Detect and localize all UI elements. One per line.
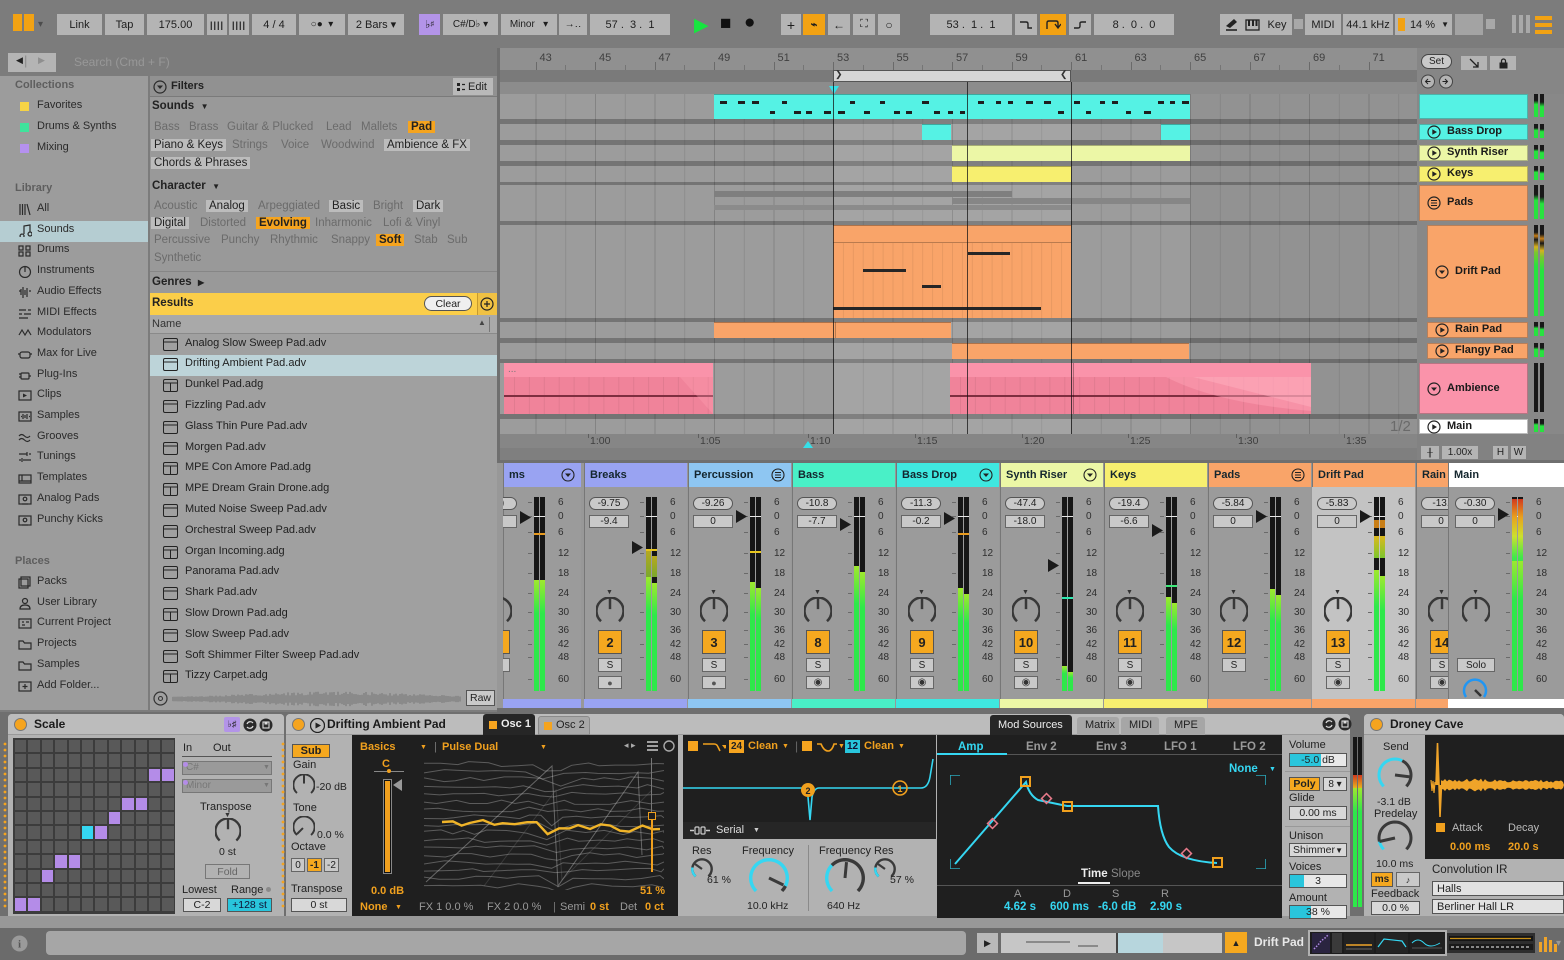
svg-text:i: i: [18, 939, 21, 951]
svg-text:1: 1: [897, 784, 902, 794]
svg-text:2: 2: [805, 786, 810, 796]
